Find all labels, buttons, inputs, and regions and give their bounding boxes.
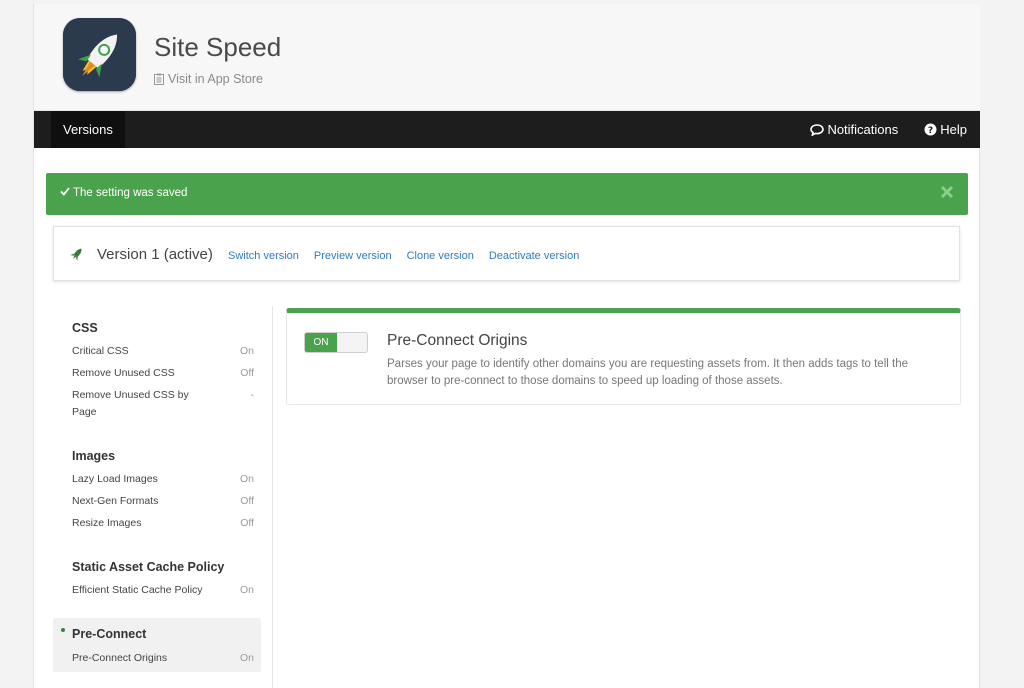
notifications-link[interactable]: Notifications xyxy=(810,122,898,137)
sidebar-item-label: Lazy Load Images xyxy=(72,473,158,485)
active-indicator-dot xyxy=(61,628,65,632)
group-title-css: CSS xyxy=(72,321,98,335)
sidebar-item-critical-css[interactable]: Critical CSS On xyxy=(72,343,254,360)
sidebar-item-label: Efficient Static Cache Policy xyxy=(72,584,203,596)
visit-app-store-link[interactable]: Visit in App Store xyxy=(154,72,263,86)
svg-text:?: ? xyxy=(928,126,933,136)
chat-bubble-icon xyxy=(810,123,825,136)
setting-title: Pre-Connect Origins xyxy=(387,332,528,349)
sidebar-item-state: Off xyxy=(240,495,254,507)
settings-sidebar: CSS Critical CSS On Remove Unused CSS Of… xyxy=(53,306,273,688)
pre-connect-toggle[interactable]: ON xyxy=(304,332,368,353)
rocket-icon xyxy=(69,246,85,267)
sidebar-item-label: Remove Unused CSS xyxy=(72,367,175,379)
sidebar-item-label: Resize Images xyxy=(72,517,142,529)
group-title-images: Images xyxy=(72,449,116,463)
sidebar-item-efficient-static-cache-policy[interactable]: Efficient Static Cache Policy On xyxy=(72,582,254,599)
setting-description: Parses your page to identify other domai… xyxy=(387,358,908,387)
sidebar-item-state: Off xyxy=(240,367,254,379)
app-header: Site Speed Visit in App Store xyxy=(34,4,980,111)
deactivate-version-link[interactable]: Deactivate version xyxy=(489,250,580,262)
version-actions: Switch version Preview version Clone ver… xyxy=(228,250,579,262)
help-link[interactable]: ? Help xyxy=(924,122,967,137)
sidebar-item-state: Off xyxy=(240,517,254,529)
sidebar-item-lazy-load-images[interactable]: Lazy Load Images On xyxy=(72,471,254,488)
preview-version-link[interactable]: Preview version xyxy=(314,250,392,262)
alert-message: The setting was saved xyxy=(73,187,188,199)
sidebar-item-label: Critical CSS xyxy=(72,345,129,357)
version-title: Version 1 (active) xyxy=(97,246,213,263)
sidebar-item-state: - xyxy=(250,389,255,401)
version-bar: Version 1 (active) Switch version Previe… xyxy=(53,226,960,281)
toggle-on-label: ON xyxy=(305,333,337,352)
sidebar-item-label: Next-Gen Formats xyxy=(72,495,159,507)
switch-version-link[interactable]: Switch version xyxy=(228,250,299,262)
sidebar-item-state: On xyxy=(239,584,254,596)
sidebar-item-state: On xyxy=(239,652,254,664)
sidebar-item-remove-unused-css[interactable]: Remove Unused CSS Off xyxy=(72,365,254,382)
success-alert: The setting was saved xyxy=(46,173,968,215)
setting-card: ON Pre-Connect Origins Parses your page … xyxy=(286,308,961,405)
clone-version-link[interactable]: Clone version xyxy=(407,250,474,262)
question-circle-icon: ? xyxy=(924,123,937,136)
help-label: Help xyxy=(940,122,967,137)
sidebar-item-pre-connect-origins[interactable]: Pre-Connect Origins On xyxy=(72,650,254,667)
sidebar-item-next-gen-formats[interactable]: Next-Gen Formats Off xyxy=(72,493,254,510)
app-frame: Site Speed Visit in App Store Versions N… xyxy=(33,4,980,688)
sidebar-item-label: Remove Unused CSS by Page xyxy=(72,389,189,418)
navbar-right: Notifications ? Help xyxy=(810,111,967,148)
clipboard-icon xyxy=(154,73,164,85)
group-title-static-asset-cache-policy: Static Asset Cache Policy xyxy=(72,560,225,574)
sidebar-item-remove-unused-css-by-page[interactable]: Remove Unused CSS by Page - xyxy=(72,387,254,421)
group-title-pre-connect: Pre-Connect xyxy=(72,627,147,641)
visit-app-store-label: Visit in App Store xyxy=(168,72,263,86)
sidebar-item-resize-images[interactable]: Resize Images Off xyxy=(72,515,254,532)
notifications-label: Notifications xyxy=(827,122,899,137)
sidebar-item-state: On xyxy=(239,473,254,485)
checkmark-icon xyxy=(60,187,70,199)
sidebar-item-label: Pre-Connect Origins xyxy=(72,652,168,664)
close-icon[interactable] xyxy=(940,185,954,199)
top-navbar: Versions Notifications ? Help xyxy=(34,111,980,148)
app-title: Site Speed xyxy=(154,32,282,62)
tab-versions[interactable]: Versions xyxy=(51,111,125,148)
sidebar-item-state: On xyxy=(239,345,254,357)
rocket-app-icon xyxy=(63,18,136,91)
